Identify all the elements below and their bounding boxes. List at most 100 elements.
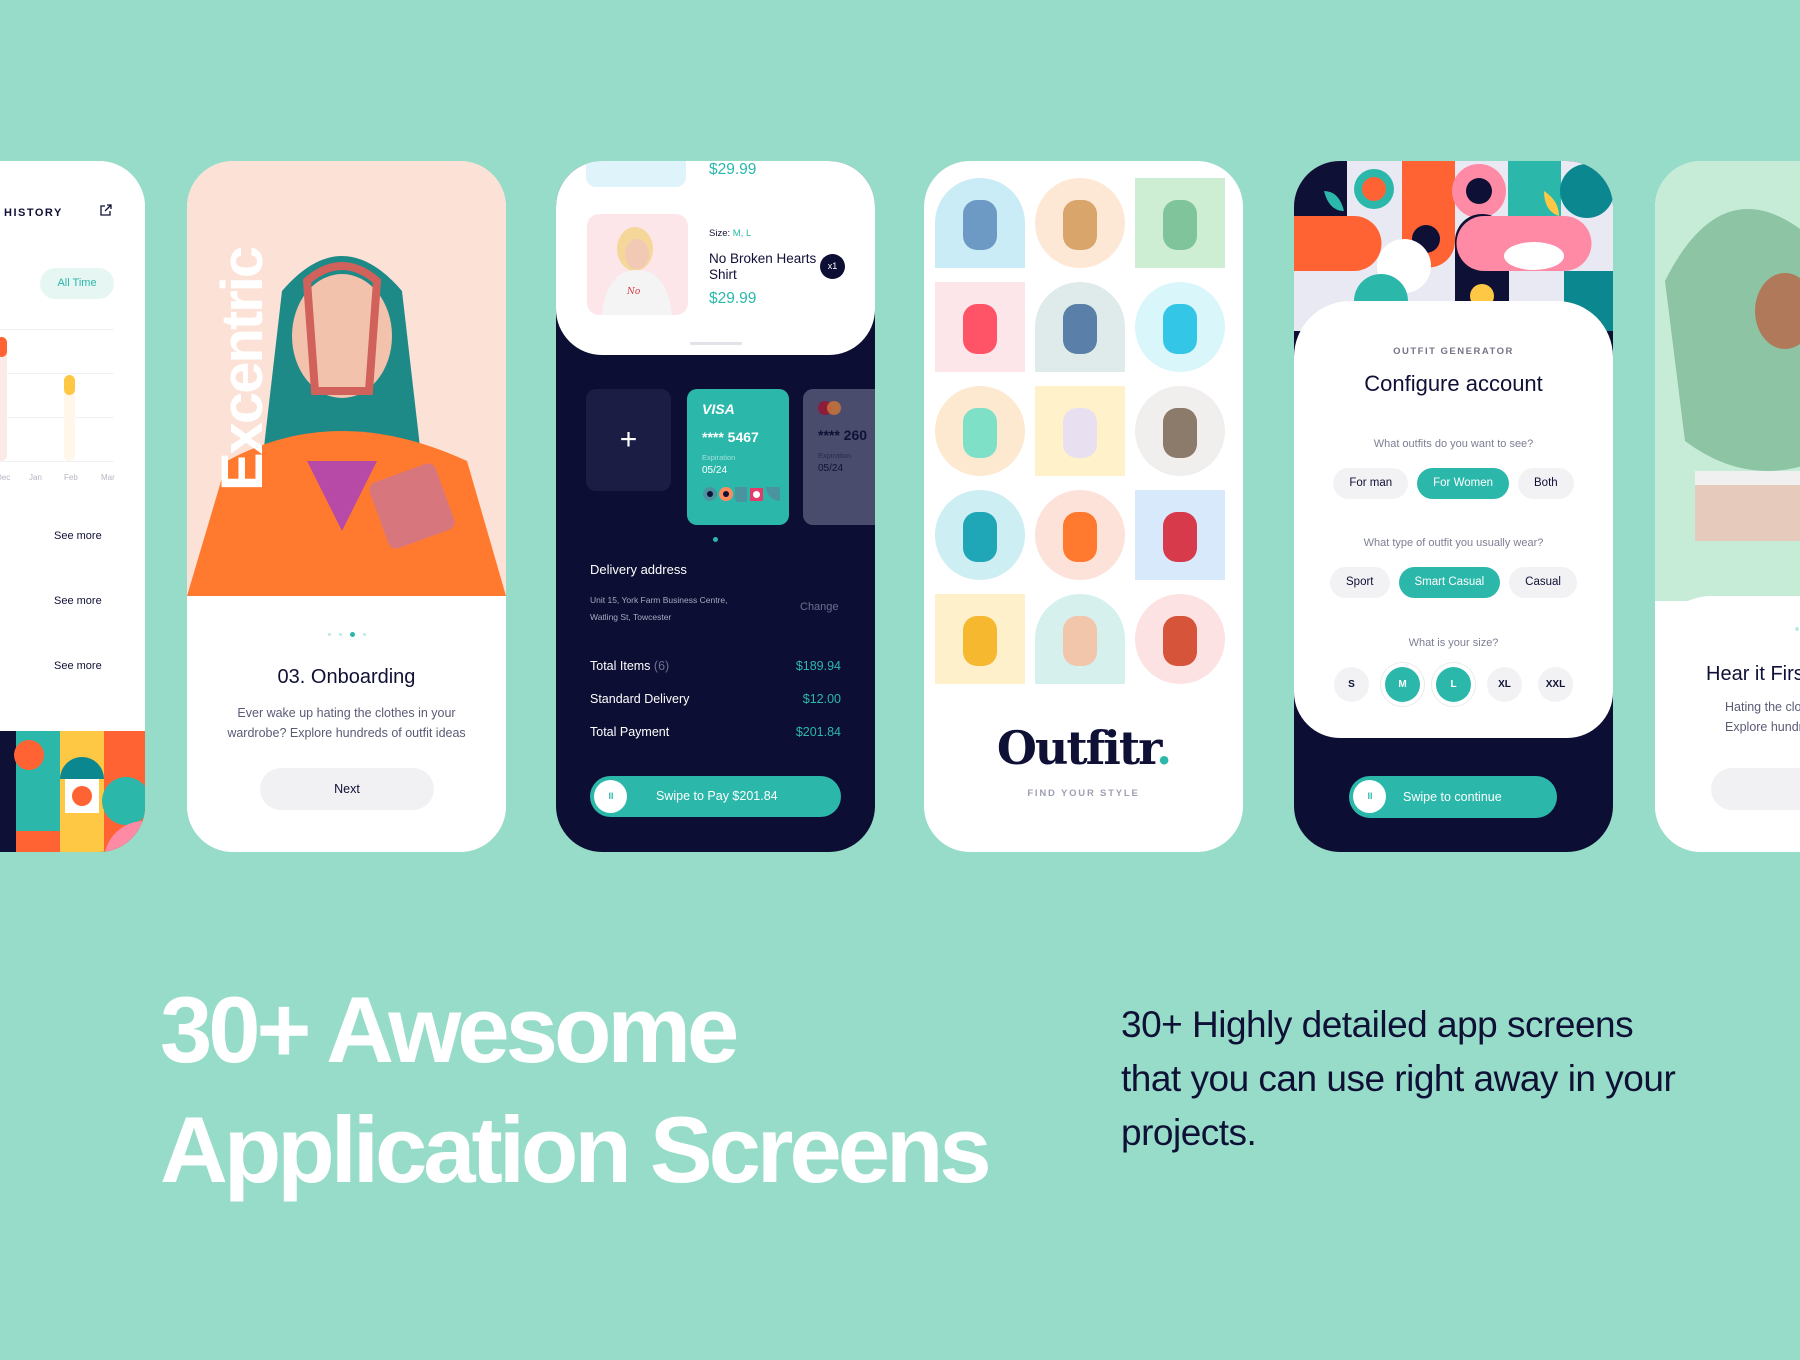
delivery-address-title: Delivery address — [590, 562, 687, 577]
change-address-link[interactable]: Change — [800, 601, 839, 613]
geometric-pattern — [0, 731, 145, 852]
product-tile-slide-sandal[interactable] — [935, 282, 1025, 372]
delivery-row: Standard Delivery $12.00 — [590, 692, 841, 706]
product-image — [963, 304, 997, 354]
size-m[interactable]: M — [1385, 667, 1420, 702]
product-tile-heel-sandal[interactable] — [1035, 594, 1125, 684]
headline: 30+ Awesome Application Screens — [160, 970, 992, 1210]
visa-logo: VISA — [702, 401, 735, 417]
configure-panel: OUTFIT GENERATOR Configure account What … — [1294, 301, 1613, 738]
time-filter-pill[interactable]: All Time — [40, 268, 114, 299]
product-tile-woman-green-top[interactable] — [1135, 178, 1225, 268]
svg-text:No: No — [626, 287, 641, 297]
month-label: Feb — [64, 473, 78, 482]
delivery-address: Unit 15, York Farm Business Centre, Watl… — [590, 592, 727, 626]
chart-gridline — [0, 461, 114, 462]
hero-image — [1655, 161, 1800, 601]
payment-card-visa[interactable]: VISA **** 5467 Expiration 05/24 — [687, 389, 789, 525]
app-logo: Outfitr. — [924, 721, 1243, 775]
product-tile-sneakers[interactable] — [1135, 490, 1225, 580]
card-number: **** 5467 — [702, 429, 759, 445]
continue-button[interactable] — [1711, 768, 1800, 810]
product-image — [963, 200, 997, 250]
sheet-handle[interactable] — [690, 342, 742, 345]
option-casual[interactable]: Casual — [1509, 567, 1577, 598]
product-tile-sunglasses[interactable] — [1135, 282, 1225, 372]
product-tile-handbag[interactable] — [1035, 386, 1125, 476]
headline-line: Application Screens — [160, 1097, 992, 1202]
product-image — [963, 408, 997, 458]
product-tile-woman-knit-sweater[interactable] — [1135, 594, 1225, 684]
hero-word: Excentric — [210, 247, 275, 491]
size-l[interactable]: L — [1436, 667, 1471, 702]
splash-screen: Outfitr. FIND YOUR STYLE — [924, 161, 1243, 852]
size-s[interactable]: S — [1334, 667, 1369, 702]
size-question: What is your size? — [1408, 637, 1499, 649]
option-for-man[interactable]: For man — [1333, 468, 1409, 499]
size-xxl[interactable]: XXL — [1538, 667, 1573, 702]
product-tile-duffel-bag[interactable] — [935, 490, 1025, 580]
swipe-handle[interactable]: III — [1353, 780, 1386, 813]
style-question: What type of outfit you usually wear? — [1363, 537, 1544, 549]
tagline: FIND YOUR STYLE — [1027, 788, 1140, 799]
cart-sheet: $29.99 No Size: M, L No Broken Hearts Sh… — [556, 161, 875, 355]
shirt-model-photo: No — [602, 227, 672, 315]
expiration-label: Expiration — [818, 451, 852, 460]
swipe-to-continue-button[interactable]: III Swipe to continue — [1349, 776, 1557, 818]
product-tile-printed-tshirt[interactable] — [935, 386, 1025, 476]
month-label: Mar — [101, 473, 115, 482]
product-image — [963, 616, 997, 666]
payment-card-mastercard[interactable]: **** 260 Expiration 05/24 — [803, 389, 875, 525]
chart-gridline — [0, 417, 114, 418]
page-dot[interactable] — [327, 633, 331, 637]
product-tile-puffer-jacket[interactable] — [935, 594, 1025, 684]
option-for-women[interactable]: For Women — [1417, 468, 1509, 499]
page-dot-active[interactable] — [349, 632, 355, 638]
see-more-link[interactable]: See more — [54, 530, 102, 542]
product-thumbnail[interactable]: No — [587, 214, 688, 315]
option-sport[interactable]: Sport — [1330, 567, 1390, 598]
size-value: M, L — [732, 228, 752, 239]
product-tile-woman-teal-hair[interactable] — [1035, 490, 1125, 580]
product-tile-straw-hat[interactable] — [1035, 178, 1125, 268]
onboarding-title: 03. Onboarding — [277, 666, 416, 688]
external-link-icon[interactable] — [99, 203, 113, 217]
hear-title: Hear it First — [1706, 663, 1800, 685]
desc-line: Explore hundreds — [1725, 720, 1800, 734]
card-carousel-indicator[interactable] — [713, 537, 718, 542]
page-dot[interactable] — [338, 633, 342, 637]
mastercard-logo — [818, 401, 841, 415]
product-size: Size: M, L — [709, 228, 751, 239]
product-tile-man-glasses[interactable] — [1135, 386, 1225, 476]
expiration-label: Expiration — [702, 453, 736, 462]
hero-image: Excentric — [187, 161, 506, 596]
page-dot[interactable] — [362, 633, 366, 637]
option-smart-casual[interactable]: Smart Casual — [1398, 567, 1501, 598]
month-label: Jan — [29, 473, 42, 482]
hear-it-first-screen: Hear it First Hating the clothes Explore … — [1655, 161, 1800, 852]
card-pattern — [703, 487, 780, 502]
configure-title: Configure account — [1364, 371, 1543, 396]
swipe-handle[interactable]: III — [594, 780, 627, 813]
product-thumbnail[interactable] — [586, 161, 686, 187]
add-card-button[interactable]: + — [586, 389, 671, 491]
option-both[interactable]: Both — [1518, 468, 1574, 499]
chart-bar-dec — [0, 337, 7, 357]
headline-line: 30+ Awesome — [160, 977, 739, 1082]
page-dot[interactable] — [1795, 627, 1799, 631]
total-value: $189.94 — [795, 659, 841, 673]
product-tile-man-denim-shirt[interactable] — [935, 178, 1025, 268]
size-xl[interactable]: XL — [1487, 667, 1522, 702]
see-more-link[interactable]: See more — [54, 660, 102, 672]
next-button[interactable]: Next — [260, 768, 434, 810]
address-line: Watling St, Towcester — [590, 612, 672, 622]
product-image — [1063, 200, 1097, 250]
product-tile-man-denim-jacket[interactable] — [1035, 282, 1125, 372]
total-value: $201.84 — [795, 725, 841, 739]
swipe-to-pay-button[interactable]: III Swipe to Pay $201.84 — [590, 776, 841, 817]
chart-gridline — [0, 373, 114, 374]
onboarding-screen: Excentric 03. Onboarding Ever wake up ha… — [187, 161, 506, 852]
total-label: Standard Delivery — [590, 692, 690, 706]
see-more-link[interactable]: See more — [54, 595, 102, 607]
quantity-badge[interactable]: x1 — [820, 254, 845, 279]
